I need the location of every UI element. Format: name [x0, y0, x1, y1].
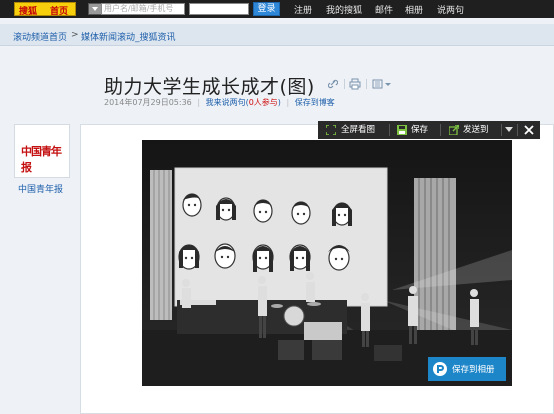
nav-comment-link[interactable]: 说两句	[437, 3, 464, 16]
source-logo-text: 中国青年报	[21, 145, 62, 174]
fullscreen-icon	[326, 125, 336, 135]
stage-photo-image	[142, 140, 512, 386]
album-icon	[433, 362, 447, 376]
source-name-link[interactable]: 中国青年报	[18, 182, 63, 195]
fullscreen-button[interactable]: 全屏看图	[341, 121, 375, 139]
meta-divider: |	[286, 98, 290, 107]
divider	[366, 79, 367, 89]
breadcrumb-separator: >	[71, 30, 79, 40]
nav-register-link[interactable]: 注册	[294, 3, 312, 16]
save-to-album-label: 保存到相册	[452, 365, 495, 375]
save-to-album-button[interactable]: 保存到相册	[428, 357, 506, 381]
breadcrumb-current-link[interactable]: 媒体新闻滚动_搜狐资讯	[81, 30, 176, 43]
logo-text: 搜狐	[19, 7, 38, 17]
close-icon[interactable]	[524, 125, 534, 135]
toolbar-divider	[440, 124, 441, 136]
logo-home-link[interactable]: 首页	[50, 4, 68, 17]
chevron-down-icon	[92, 7, 98, 11]
nav-my-sohu-link[interactable]: 我的搜狐	[326, 3, 362, 16]
account-type-dropdown[interactable]	[88, 3, 102, 15]
toolbar-divider	[517, 124, 518, 136]
source-logo[interactable]: 中国青年报	[14, 124, 70, 178]
chevron-down-icon[interactable]	[505, 127, 513, 133]
breadcrumb: 滚动频道首页 > 媒体新闻滚动_搜狐资讯	[0, 24, 554, 46]
title-tools	[324, 78, 394, 92]
article-meta: 2014年07月29日05:36 | 我来说两句(0人参与) | 保存到博客	[104, 97, 335, 108]
save-button[interactable]: 保存	[411, 121, 428, 139]
link-icon[interactable]	[328, 78, 338, 90]
toolbar-divider	[389, 124, 390, 136]
toolbar-divider	[501, 124, 502, 136]
publish-date: 2014年07月29日05:36	[104, 98, 192, 107]
participants-count[interactable]: 0人参与	[249, 98, 278, 107]
password-input[interactable]	[189, 3, 249, 15]
meta-divider: |	[197, 98, 201, 107]
photo-toolbar: 全屏看图 保存 发送到	[318, 121, 540, 139]
nav-mail-link[interactable]: 邮件	[375, 3, 393, 16]
article-photo[interactable]	[142, 140, 512, 386]
send-icon	[449, 125, 459, 135]
nav-album-link[interactable]: 相册	[405, 3, 423, 16]
save-to-blog-link[interactable]: 保存到博客	[295, 98, 335, 107]
username-input[interactable]: 用户名/邮箱/手机号	[101, 3, 185, 15]
login-button[interactable]: 登录	[253, 2, 280, 16]
font-size-icon[interactable]	[372, 78, 392, 90]
comment-link[interactable]: 我来说两句	[206, 98, 246, 107]
divider	[344, 79, 345, 89]
participants-paren-close: )	[277, 98, 281, 107]
save-icon	[397, 125, 407, 135]
breadcrumb-home-link[interactable]: 滚动频道首页	[13, 30, 67, 43]
print-icon[interactable]	[349, 78, 361, 90]
send-to-button[interactable]: 发送到	[463, 121, 489, 139]
sohu-logo[interactable]: 搜狐 首页	[14, 2, 76, 17]
top-bar: 搜狐 首页 用户名/邮箱/手机号 登录 注册 我的搜狐 邮件 相册 说两句	[0, 0, 554, 18]
page-title: 助力大学生成长成才(图)	[104, 76, 315, 98]
